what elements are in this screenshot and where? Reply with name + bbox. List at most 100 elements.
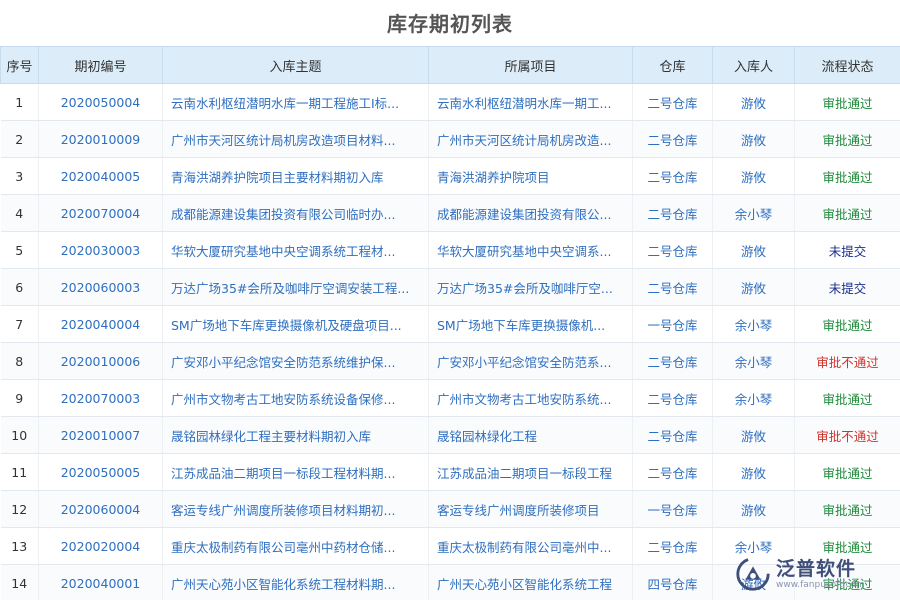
row-warehouse-cell: 二号仓库 [633, 121, 713, 158]
row-person-cell: 余小琴 [713, 380, 795, 417]
row-subject-link[interactable]: 江苏成品油二期项目一标段工程材料期... [163, 454, 429, 491]
table-row[interactable]: 42020070004成都能源建设集团投资有限公司临时办...成都能源建设集团投… [1, 195, 900, 232]
table-row[interactable]: 122020060004客运专线广州调度所装修项目材料期初...客运专线广州调度… [1, 491, 900, 528]
row-subject-link[interactable]: 成都能源建设集团投资有限公司临时办... [163, 195, 429, 232]
row-warehouse-cell: 一号仓库 [633, 491, 713, 528]
table-row[interactable]: 92020070003广州市文物考古工地安防系统设备保修...广州市文物考古工地… [1, 380, 900, 417]
row-project-link[interactable]: 广州天心苑小区智能化系统工程 [429, 565, 633, 600]
row-seq-cell: 4 [1, 195, 39, 232]
row-warehouse-cell: 二号仓库 [633, 454, 713, 491]
row-code-link[interactable]: 2020050004 [39, 84, 163, 121]
column-header-person[interactable]: 入库人 [713, 47, 795, 84]
row-person-cell: 游攸 [713, 269, 795, 306]
row-seq-cell: 13 [1, 528, 39, 565]
row-project-link[interactable]: 成都能源建设集团投资有限公... [429, 195, 633, 232]
row-code-link[interactable]: 2020040001 [39, 565, 163, 600]
row-seq-cell: 12 [1, 491, 39, 528]
row-seq-cell: 14 [1, 565, 39, 600]
table-row[interactable]: 62020060003万达广场35#会所及咖啡厅空调安装工程...万达广场35#… [1, 269, 900, 306]
row-warehouse-cell: 二号仓库 [633, 195, 713, 232]
row-person-cell: 游攸 [713, 232, 795, 269]
table-row[interactable]: 32020040005青海洪湖养护院项目主要材料期初入库青海洪湖养护院项目二号仓… [1, 158, 900, 195]
row-subject-link[interactable]: 青海洪湖养护院项目主要材料期初入库 [163, 158, 429, 195]
row-warehouse-cell: 二号仓库 [633, 417, 713, 454]
row-project-link[interactable]: SM广场地下车库更换摄像机... [429, 306, 633, 343]
row-code-link[interactable]: 2020060004 [39, 491, 163, 528]
row-code-link[interactable]: 2020040004 [39, 306, 163, 343]
row-status-badge: 审批不通过 [795, 417, 900, 454]
column-header-status[interactable]: 流程状态 [795, 47, 900, 84]
row-project-link[interactable]: 广州市文物考古工地安防系统... [429, 380, 633, 417]
row-code-link[interactable]: 2020010006 [39, 343, 163, 380]
table-row[interactable]: 102020010007晟铭园林绿化工程主要材料期初入库晟铭园林绿化工程二号仓库… [1, 417, 900, 454]
table-row[interactable]: 12020050004云南水利枢纽潜明水库一期工程施工I标...云南水利枢纽潜明… [1, 84, 900, 121]
row-project-link[interactable]: 广州市天河区统计局机房改造... [429, 121, 633, 158]
row-seq-cell: 2 [1, 121, 39, 158]
row-code-link[interactable]: 2020070003 [39, 380, 163, 417]
row-status-badge: 审批不通过 [795, 343, 900, 380]
inventory-table: 序号 期初编号 入库主题 所属项目 仓库 入库人 流程状态 1202005000… [0, 46, 900, 600]
table-row[interactable]: 72020040004SM广场地下车库更换摄像机及硬盘项目...SM广场地下车库… [1, 306, 900, 343]
row-subject-link[interactable]: 华软大厦研究基地中央空调系统工程材... [163, 232, 429, 269]
row-project-link[interactable]: 万达广场35#会所及咖啡厅空... [429, 269, 633, 306]
row-subject-link[interactable]: 广州市文物考古工地安防系统设备保修... [163, 380, 429, 417]
row-project-link[interactable]: 重庆太极制药有限公司亳州中... [429, 528, 633, 565]
row-warehouse-cell: 二号仓库 [633, 343, 713, 380]
row-seq-cell: 9 [1, 380, 39, 417]
row-warehouse-cell: 二号仓库 [633, 269, 713, 306]
row-project-link[interactable]: 华软大厦研究基地中央空调系... [429, 232, 633, 269]
column-header-subject[interactable]: 入库主题 [163, 47, 429, 84]
row-status-badge: 审批通过 [795, 491, 900, 528]
row-warehouse-cell: 四号仓库 [633, 565, 713, 600]
row-code-link[interactable]: 2020060003 [39, 269, 163, 306]
row-project-link[interactable]: 青海洪湖养护院项目 [429, 158, 633, 195]
row-code-link[interactable]: 2020070004 [39, 195, 163, 232]
row-status-badge: 审批通过 [795, 454, 900, 491]
table-body: 12020050004云南水利枢纽潜明水库一期工程施工I标...云南水利枢纽潜明… [1, 84, 900, 600]
row-seq-cell: 11 [1, 454, 39, 491]
row-code-link[interactable]: 2020030003 [39, 232, 163, 269]
row-project-link[interactable]: 云南水利枢纽潜明水库一期工... [429, 84, 633, 121]
row-project-link[interactable]: 晟铭园林绿化工程 [429, 417, 633, 454]
row-seq-cell: 10 [1, 417, 39, 454]
column-header-code[interactable]: 期初编号 [39, 47, 163, 84]
column-header-project[interactable]: 所属项目 [429, 47, 633, 84]
column-header-warehouse[interactable]: 仓库 [633, 47, 713, 84]
table-row[interactable]: 52020030003华软大厦研究基地中央空调系统工程材...华软大厦研究基地中… [1, 232, 900, 269]
row-code-link[interactable]: 2020010007 [39, 417, 163, 454]
row-status-badge: 审批通过 [795, 195, 900, 232]
row-subject-link[interactable]: 广州市天河区统计局机房改造项目材料... [163, 121, 429, 158]
table-row[interactable]: 112020050005江苏成品油二期项目一标段工程材料期...江苏成品油二期项… [1, 454, 900, 491]
row-warehouse-cell: 一号仓库 [633, 306, 713, 343]
row-project-link[interactable]: 江苏成品油二期项目一标段工程 [429, 454, 633, 491]
row-seq-cell: 5 [1, 232, 39, 269]
row-person-cell: 游攸 [713, 417, 795, 454]
row-subject-link[interactable]: 云南水利枢纽潜明水库一期工程施工I标... [163, 84, 429, 121]
row-project-link[interactable]: 广安邓小平纪念馆安全防范系... [429, 343, 633, 380]
row-warehouse-cell: 二号仓库 [633, 528, 713, 565]
row-project-link[interactable]: 客运专线广州调度所装修项目 [429, 491, 633, 528]
row-seq-cell: 6 [1, 269, 39, 306]
column-header-seq[interactable]: 序号 [1, 47, 39, 84]
row-person-cell: 游攸 [713, 491, 795, 528]
row-seq-cell: 3 [1, 158, 39, 195]
row-code-link[interactable]: 2020020004 [39, 528, 163, 565]
row-seq-cell: 1 [1, 84, 39, 121]
row-subject-link[interactable]: 广州天心苑小区智能化系统工程材料期... [163, 565, 429, 600]
row-subject-link[interactable]: SM广场地下车库更换摄像机及硬盘项目... [163, 306, 429, 343]
row-code-link[interactable]: 2020040005 [39, 158, 163, 195]
table-row[interactable]: 82020010006广安邓小平纪念馆安全防范系统维护保...广安邓小平纪念馆安… [1, 343, 900, 380]
row-warehouse-cell: 二号仓库 [633, 380, 713, 417]
row-status-badge: 审批通过 [795, 306, 900, 343]
row-subject-link[interactable]: 重庆太极制药有限公司亳州中药材仓储... [163, 528, 429, 565]
row-subject-link[interactable]: 万达广场35#会所及咖啡厅空调安装工程... [163, 269, 429, 306]
row-person-cell: 游攸 [713, 84, 795, 121]
row-code-link[interactable]: 2020010009 [39, 121, 163, 158]
table-row[interactable]: 22020010009广州市天河区统计局机房改造项目材料...广州市天河区统计局… [1, 121, 900, 158]
row-subject-link[interactable]: 广安邓小平纪念馆安全防范系统维护保... [163, 343, 429, 380]
row-subject-link[interactable]: 晟铭园林绿化工程主要材料期初入库 [163, 417, 429, 454]
brand-url: www.fanpusoft.com [776, 580, 865, 591]
row-subject-link[interactable]: 客运专线广州调度所装修项目材料期初... [163, 491, 429, 528]
row-code-link[interactable]: 2020050005 [39, 454, 163, 491]
row-status-badge: 审批通过 [795, 380, 900, 417]
